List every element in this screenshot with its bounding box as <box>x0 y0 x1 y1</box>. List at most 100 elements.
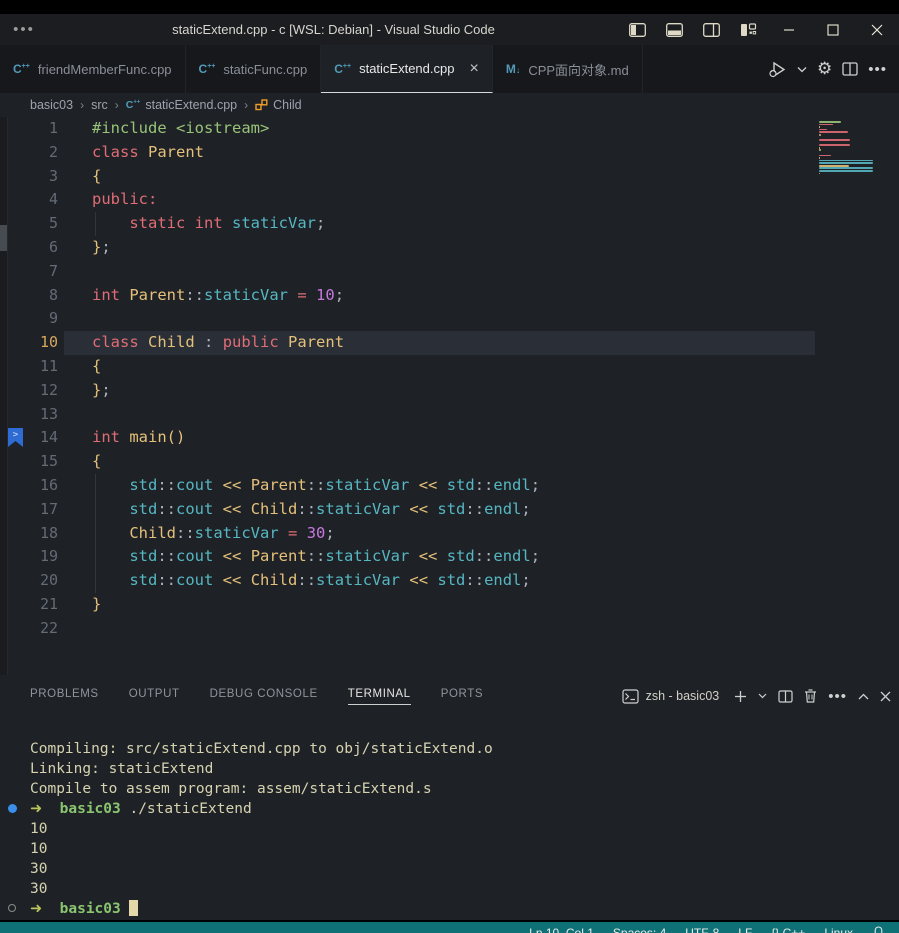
statusbar-spaces-4[interactable]: Spaces: 4 <box>613 926 666 933</box>
terminal-text: basic03 <box>60 901 121 917</box>
panel-more-actions-icon[interactable]: ••• <box>828 688 847 705</box>
close-window-button[interactable] <box>855 14 899 45</box>
minimap[interactable] <box>819 121 873 178</box>
token <box>437 476 446 494</box>
token <box>92 524 129 542</box>
terminal-line: 10 <box>0 819 899 839</box>
panel-tab-ports[interactable]: PORTS <box>441 688 483 705</box>
token: endl <box>484 500 521 518</box>
titlebar-actions <box>619 14 899 45</box>
statusbar-c[interactable]: {} C++ <box>771 926 805 933</box>
breadcrumb-item-child[interactable]: Child <box>255 98 302 112</box>
close-tab-icon[interactable]: × <box>469 61 478 77</box>
panel-tab-debug-console[interactable]: DEBUG CONSOLE <box>210 688 318 705</box>
token: { <box>92 452 101 470</box>
line-number: 7 <box>0 260 58 284</box>
breadcrumb-label: basic03 <box>30 98 73 112</box>
token <box>120 286 129 304</box>
tab-staticfunc-cpp[interactable]: C++staticFunc.cpp <box>186 45 322 93</box>
minimap-line <box>819 167 873 169</box>
code-line: 18 Child::staticVar = 30; <box>0 522 899 546</box>
token: staticVar <box>325 476 409 494</box>
terminal-output[interactable]: Compiling: src/staticExtend.cpp to obj/s… <box>0 717 899 919</box>
menu-ellipsis-icon[interactable]: ••• <box>0 21 48 38</box>
token: :: <box>297 500 316 518</box>
maximize-button[interactable] <box>811 14 855 45</box>
line-number: 21 <box>0 593 58 617</box>
statusbar-lf[interactable]: LF <box>738 926 752 933</box>
token: () <box>167 428 186 446</box>
token: { <box>92 167 101 185</box>
minimize-button[interactable] <box>767 14 811 45</box>
minimap-line <box>819 157 820 159</box>
notifications-bell-icon[interactable] <box>872 926 885 933</box>
more-actions-icon[interactable]: ••• <box>866 59 889 80</box>
minimap-line <box>819 121 841 123</box>
gear-icon[interactable]: ⚙ <box>815 57 834 81</box>
minimap-line <box>819 165 849 167</box>
run-dropdown-chevron-icon[interactable] <box>795 64 809 75</box>
statusbar-ln-10-col-1[interactable]: Ln 10, Col 1 <box>529 926 594 933</box>
breadcrumb-label: src <box>91 98 108 112</box>
split-editor-icon[interactable] <box>840 60 860 78</box>
code-line: 8int Parent::staticVar = 10; <box>0 284 899 308</box>
run-or-debug-icon[interactable] <box>766 59 789 80</box>
token <box>400 571 409 589</box>
token: class <box>92 333 139 351</box>
token: endl <box>484 571 521 589</box>
tab-friendmemberfunc-cpp[interactable]: C++friendMemberFunc.cpp <box>0 45 186 93</box>
token <box>288 286 297 304</box>
terminal-session[interactable]: zsh - basic03 <box>622 689 720 704</box>
kill-terminal-trash-icon[interactable] <box>804 689 817 703</box>
token: ; <box>531 547 540 565</box>
line-number: 2 <box>0 141 58 165</box>
customize-layout-icon[interactable] <box>730 14 767 45</box>
toggle-panel-icon[interactable] <box>656 14 693 45</box>
token: << <box>419 476 438 494</box>
panel-tab-output[interactable]: OUTPUT <box>129 688 180 705</box>
tab-staticextend-cpp[interactable]: C++staticExtend.cpp× <box>321 45 493 93</box>
token: std <box>129 547 157 565</box>
token <box>92 571 129 589</box>
terminal-icon <box>622 689 639 704</box>
panel-actions: zsh - basic03 ••• <box>622 688 891 705</box>
close-panel-icon[interactable] <box>880 691 891 702</box>
terminal-text: ➜ <box>30 801 42 817</box>
panel-header: PROBLEMS OUTPUT DEBUG CONSOLE TERMINAL PORTS… <box>0 675 899 717</box>
command-pending-circle <box>8 904 16 912</box>
breadcrumb-separator: › <box>244 98 248 112</box>
code-line: 5 static int staticVar; <box>0 212 899 236</box>
split-terminal-icon[interactable] <box>778 690 793 703</box>
token: #include <box>92 119 167 137</box>
tab-cpp-md[interactable]: M↓CPP面向对象.md <box>493 45 643 93</box>
line-number: 6 <box>0 236 58 260</box>
toggle-secondary-sidebar-icon[interactable] <box>693 14 730 45</box>
breadcrumb-item-basic03[interactable]: basic03 <box>30 98 73 112</box>
breadcrumb-item-staticextend-cpp[interactable]: C++staticExtend.cpp <box>126 98 237 112</box>
panel-tab-problems[interactable]: PROBLEMS <box>30 688 99 705</box>
command-success-dot <box>8 804 17 813</box>
panel-tab-terminal[interactable]: TERMINAL <box>348 688 411 705</box>
terminal-text: 10 <box>30 841 47 857</box>
new-terminal-icon[interactable] <box>734 690 747 703</box>
token: cout <box>176 476 213 494</box>
statusbar-utf-8[interactable]: UTF-8 <box>685 926 719 933</box>
minimap-line <box>819 129 827 131</box>
breadcrumb-item-src[interactable]: src <box>91 98 108 112</box>
statusbar-linux[interactable]: Linux <box>824 926 853 933</box>
token: std <box>129 476 157 494</box>
titlebar: ••• staticExtend.cpp - c [WSL: Debian] -… <box>0 14 899 45</box>
code-text: }; <box>92 236 111 260</box>
token <box>409 476 418 494</box>
terminal-text: 30 <box>30 861 47 877</box>
minimap-line <box>819 149 821 151</box>
launch-profile-chevron-icon[interactable] <box>758 693 767 699</box>
token: :: <box>297 571 316 589</box>
line-number: 10 <box>0 331 58 355</box>
maximize-panel-icon[interactable] <box>858 693 869 700</box>
code-editor[interactable]: 1#include <iostream>2class Parent3{4publ… <box>0 117 899 675</box>
token: cout <box>176 547 213 565</box>
token: staticVar <box>316 571 400 589</box>
toggle-primary-sidebar-icon[interactable] <box>619 14 656 45</box>
token: ; <box>316 214 325 232</box>
